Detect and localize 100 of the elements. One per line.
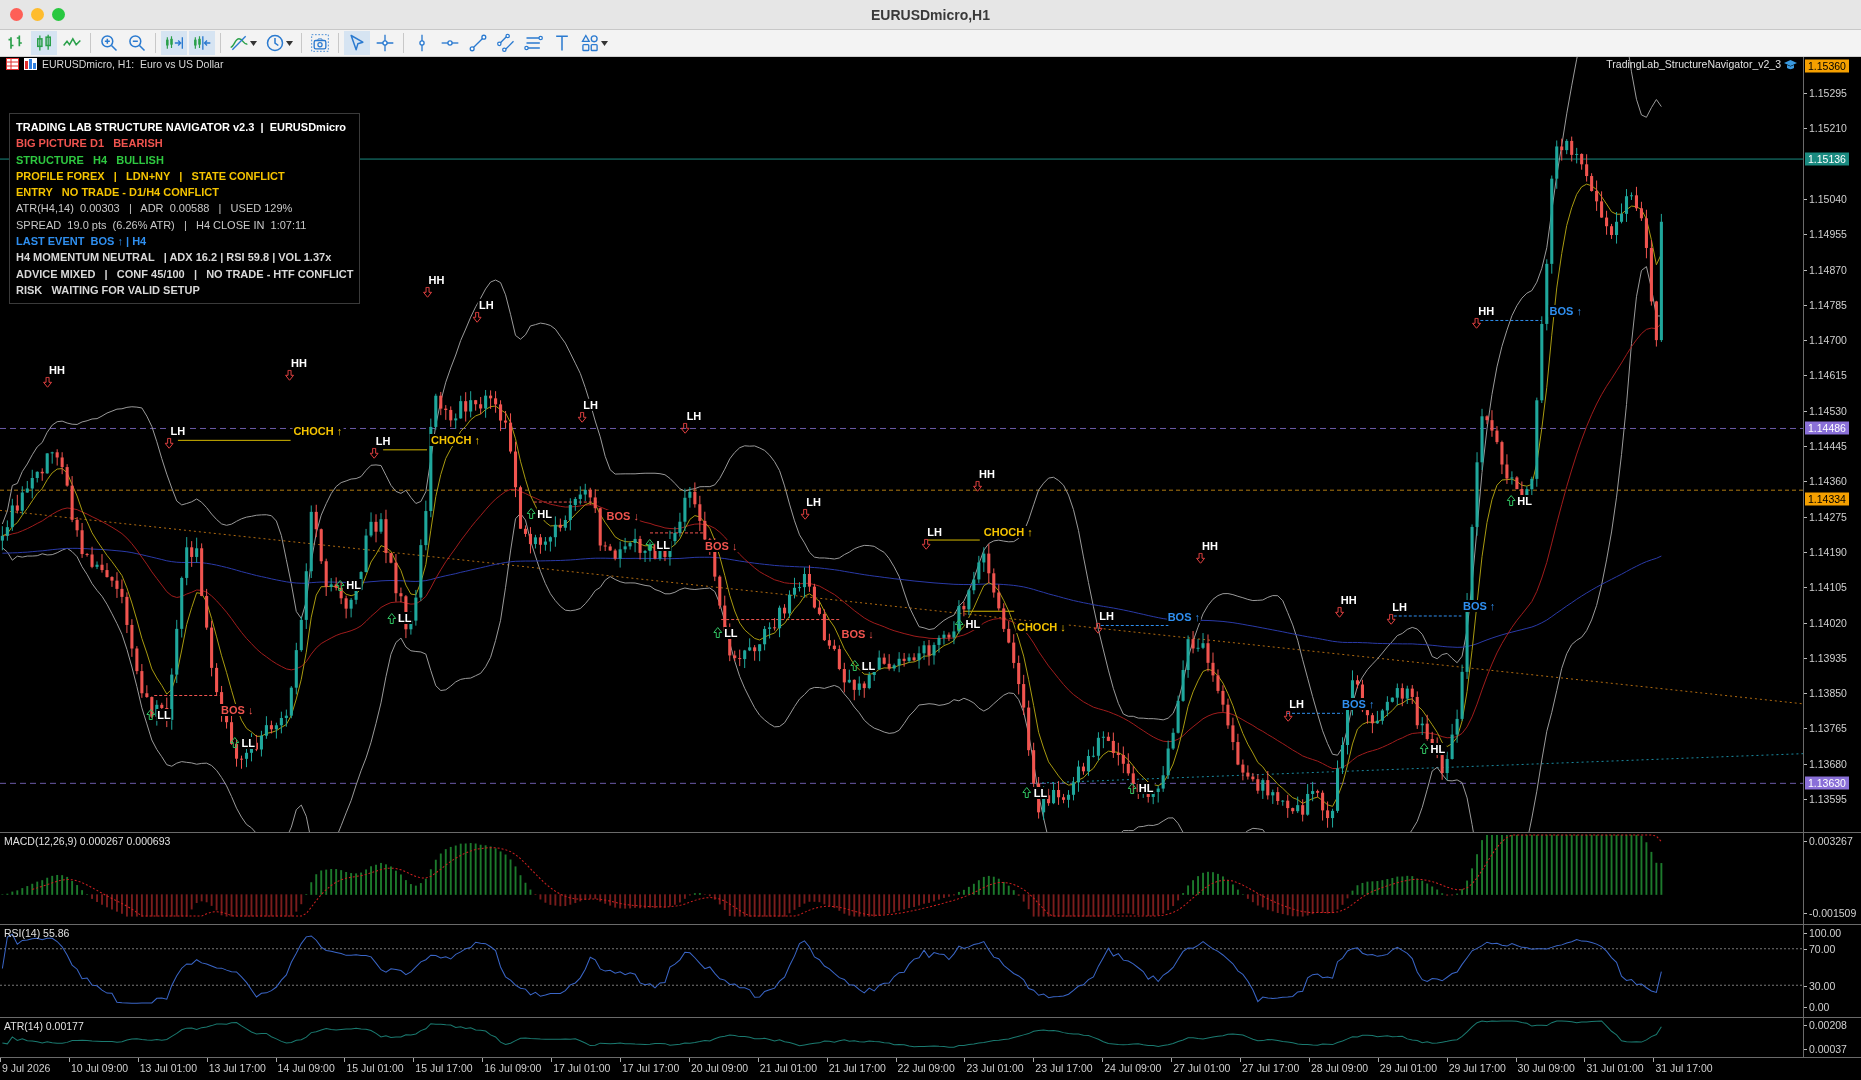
- price-label: 1.13595: [1804, 793, 1847, 805]
- structure-label: LH: [582, 398, 599, 411]
- structure-label: BOS ↑: [1166, 611, 1202, 624]
- structure-label: HH: [290, 357, 308, 370]
- crosshair-icon: [375, 33, 395, 53]
- price-label: 1.13680: [1804, 757, 1847, 770]
- up-arrow-icon: [1127, 782, 1137, 794]
- structure-label: LH: [1288, 697, 1305, 710]
- toolbar-button[interactable]: [161, 31, 187, 55]
- structure-level-line: [927, 539, 981, 541]
- structure-label: CHOCH ↑: [430, 434, 481, 447]
- structure-label: CHOCH ↑: [292, 424, 344, 437]
- price-label: 1.14955: [1804, 228, 1847, 241]
- down-arrow-icon: [43, 377, 52, 389]
- time-label: 31 Jul 17:00: [1653, 1058, 1723, 1080]
- structure-label: CHOCH ↑: [982, 525, 1034, 538]
- structure-label: HH: [1477, 304, 1496, 317]
- time-label: 28 Jul 09:00: [1308, 1058, 1378, 1080]
- structure-label: HL: [1429, 742, 1447, 755]
- price-tag: 1.14334: [1805, 492, 1849, 506]
- down-arrow-icon: [164, 437, 174, 449]
- structure-label: LL: [860, 659, 877, 672]
- down-arrow-icon: [1472, 317, 1482, 329]
- scale-label: 0.003267: [1804, 835, 1853, 847]
- down-arrow-icon: [1334, 606, 1344, 618]
- up-arrow-icon: [850, 660, 860, 672]
- up-arrow-icon: [1419, 743, 1429, 755]
- structure-label: HL: [1137, 782, 1155, 795]
- up-arrow-icon: [713, 627, 723, 639]
- price-tag: 1.15136: [1805, 152, 1849, 166]
- scale-label: -0.001509: [1804, 907, 1857, 919]
- structure-label: BOS ↓: [220, 703, 255, 716]
- structure-level-line: [1479, 320, 1543, 321]
- time-label: 16 Jul 09:00: [482, 1058, 552, 1080]
- time-label: 23 Jul 17:00: [1033, 1058, 1103, 1080]
- down-arrow-icon: [1283, 710, 1293, 722]
- caret-icon: [286, 40, 293, 46]
- scale-label: 0.00: [1804, 1001, 1830, 1013]
- structure-label: BOS ↑: [1461, 600, 1497, 613]
- zoom-in-icon: [99, 33, 119, 53]
- price-label: 1.13935: [1804, 651, 1847, 664]
- structure-label: LL: [655, 538, 671, 551]
- info-line: LAST EVENT BOS ↑ | H4: [16, 234, 148, 250]
- autoscroll-icon: [192, 33, 212, 53]
- price-label: 1.14785: [1804, 298, 1847, 311]
- close-button[interactable]: [10, 8, 23, 21]
- time-label: 30 Jul 09:00: [1515, 1058, 1585, 1080]
- down-arrow-icon: [577, 411, 587, 423]
- toolbar-button[interactable]: [189, 31, 215, 55]
- time-label: 22 Jul 09:00: [895, 1058, 965, 1080]
- price-label: 1.14275: [1804, 510, 1847, 523]
- price-tag: 1.14486: [1805, 421, 1849, 435]
- time-label: 13 Jul 17:00: [206, 1058, 276, 1080]
- down-arrow-icon: [369, 447, 379, 459]
- price-label: 1.14105: [1804, 581, 1847, 594]
- down-arrow-icon: [921, 538, 931, 550]
- structure-label: HH: [427, 274, 446, 287]
- structure-label: LL: [1032, 786, 1049, 799]
- channel-icon: [496, 33, 516, 53]
- scale-label: 0.00208: [1804, 1019, 1847, 1031]
- structure-label: HL: [1516, 494, 1533, 507]
- time-label: 15 Jul 17:00: [413, 1058, 483, 1080]
- indicator-name: TradingLab_StructureNavigator_v2_3: [1606, 58, 1781, 70]
- lines-icon: [524, 33, 544, 53]
- structure-label: LH: [685, 409, 703, 422]
- down-arrow-icon: [1196, 553, 1206, 564]
- structure-label: HH: [1339, 593, 1358, 606]
- toolbar-button[interactable]: [31, 31, 57, 55]
- up-arrow-icon: [230, 737, 240, 749]
- zoom-button[interactable]: [52, 8, 65, 21]
- down-arrow-icon: [680, 422, 690, 434]
- structure-label: LH: [374, 434, 392, 447]
- price-label: 1.14615: [1804, 369, 1847, 382]
- structure-level-line: [962, 610, 1015, 612]
- price-tag: 1.15360: [1805, 59, 1849, 73]
- time-label: 15 Jul 01:00: [344, 1058, 414, 1080]
- time-label: 29 Jul 17:00: [1446, 1058, 1516, 1080]
- structure-label: BOS ↓: [840, 627, 875, 640]
- trend-line-icon: [468, 33, 488, 53]
- shapes-icon: [580, 33, 600, 53]
- time-label: 13 Jul 01:00: [137, 1058, 207, 1080]
- structure-label: BOS ↓: [704, 539, 739, 552]
- structure-label: LH: [1098, 609, 1115, 622]
- indicator-label: MACD(12,26,9) 0.000267 0.000693: [4, 835, 171, 847]
- info-line: ATR(H4,14) 0.00303 | ADR 0.00588 | USED 129%: [16, 201, 294, 217]
- structure-level-line: [1100, 625, 1169, 626]
- caret-icon: [250, 40, 257, 46]
- time-label: 9 Jul 2026: [0, 1058, 69, 1080]
- structure-label: LH: [805, 496, 822, 509]
- info-line: SPREAD 19.0 pts (6.26% ATR) | H4 CLOSE IN 1:07:11: [16, 217, 308, 233]
- time-label: 21 Jul 01:00: [757, 1058, 827, 1080]
- indicator-label: ATR(14) 0.00177: [4, 1020, 84, 1032]
- time-label: 24 Jul 09:00: [1102, 1058, 1172, 1080]
- price-label: 1.14530: [1804, 404, 1847, 417]
- zoom-out-icon: [127, 33, 147, 53]
- price-label: 1.14190: [1804, 545, 1847, 558]
- info-line: RISK WAITING FOR VALID SETUP: [16, 282, 201, 298]
- toolbar-button[interactable]: [344, 31, 370, 55]
- scale-label: 100.00: [1804, 927, 1842, 939]
- structure-label: LL: [723, 626, 739, 639]
